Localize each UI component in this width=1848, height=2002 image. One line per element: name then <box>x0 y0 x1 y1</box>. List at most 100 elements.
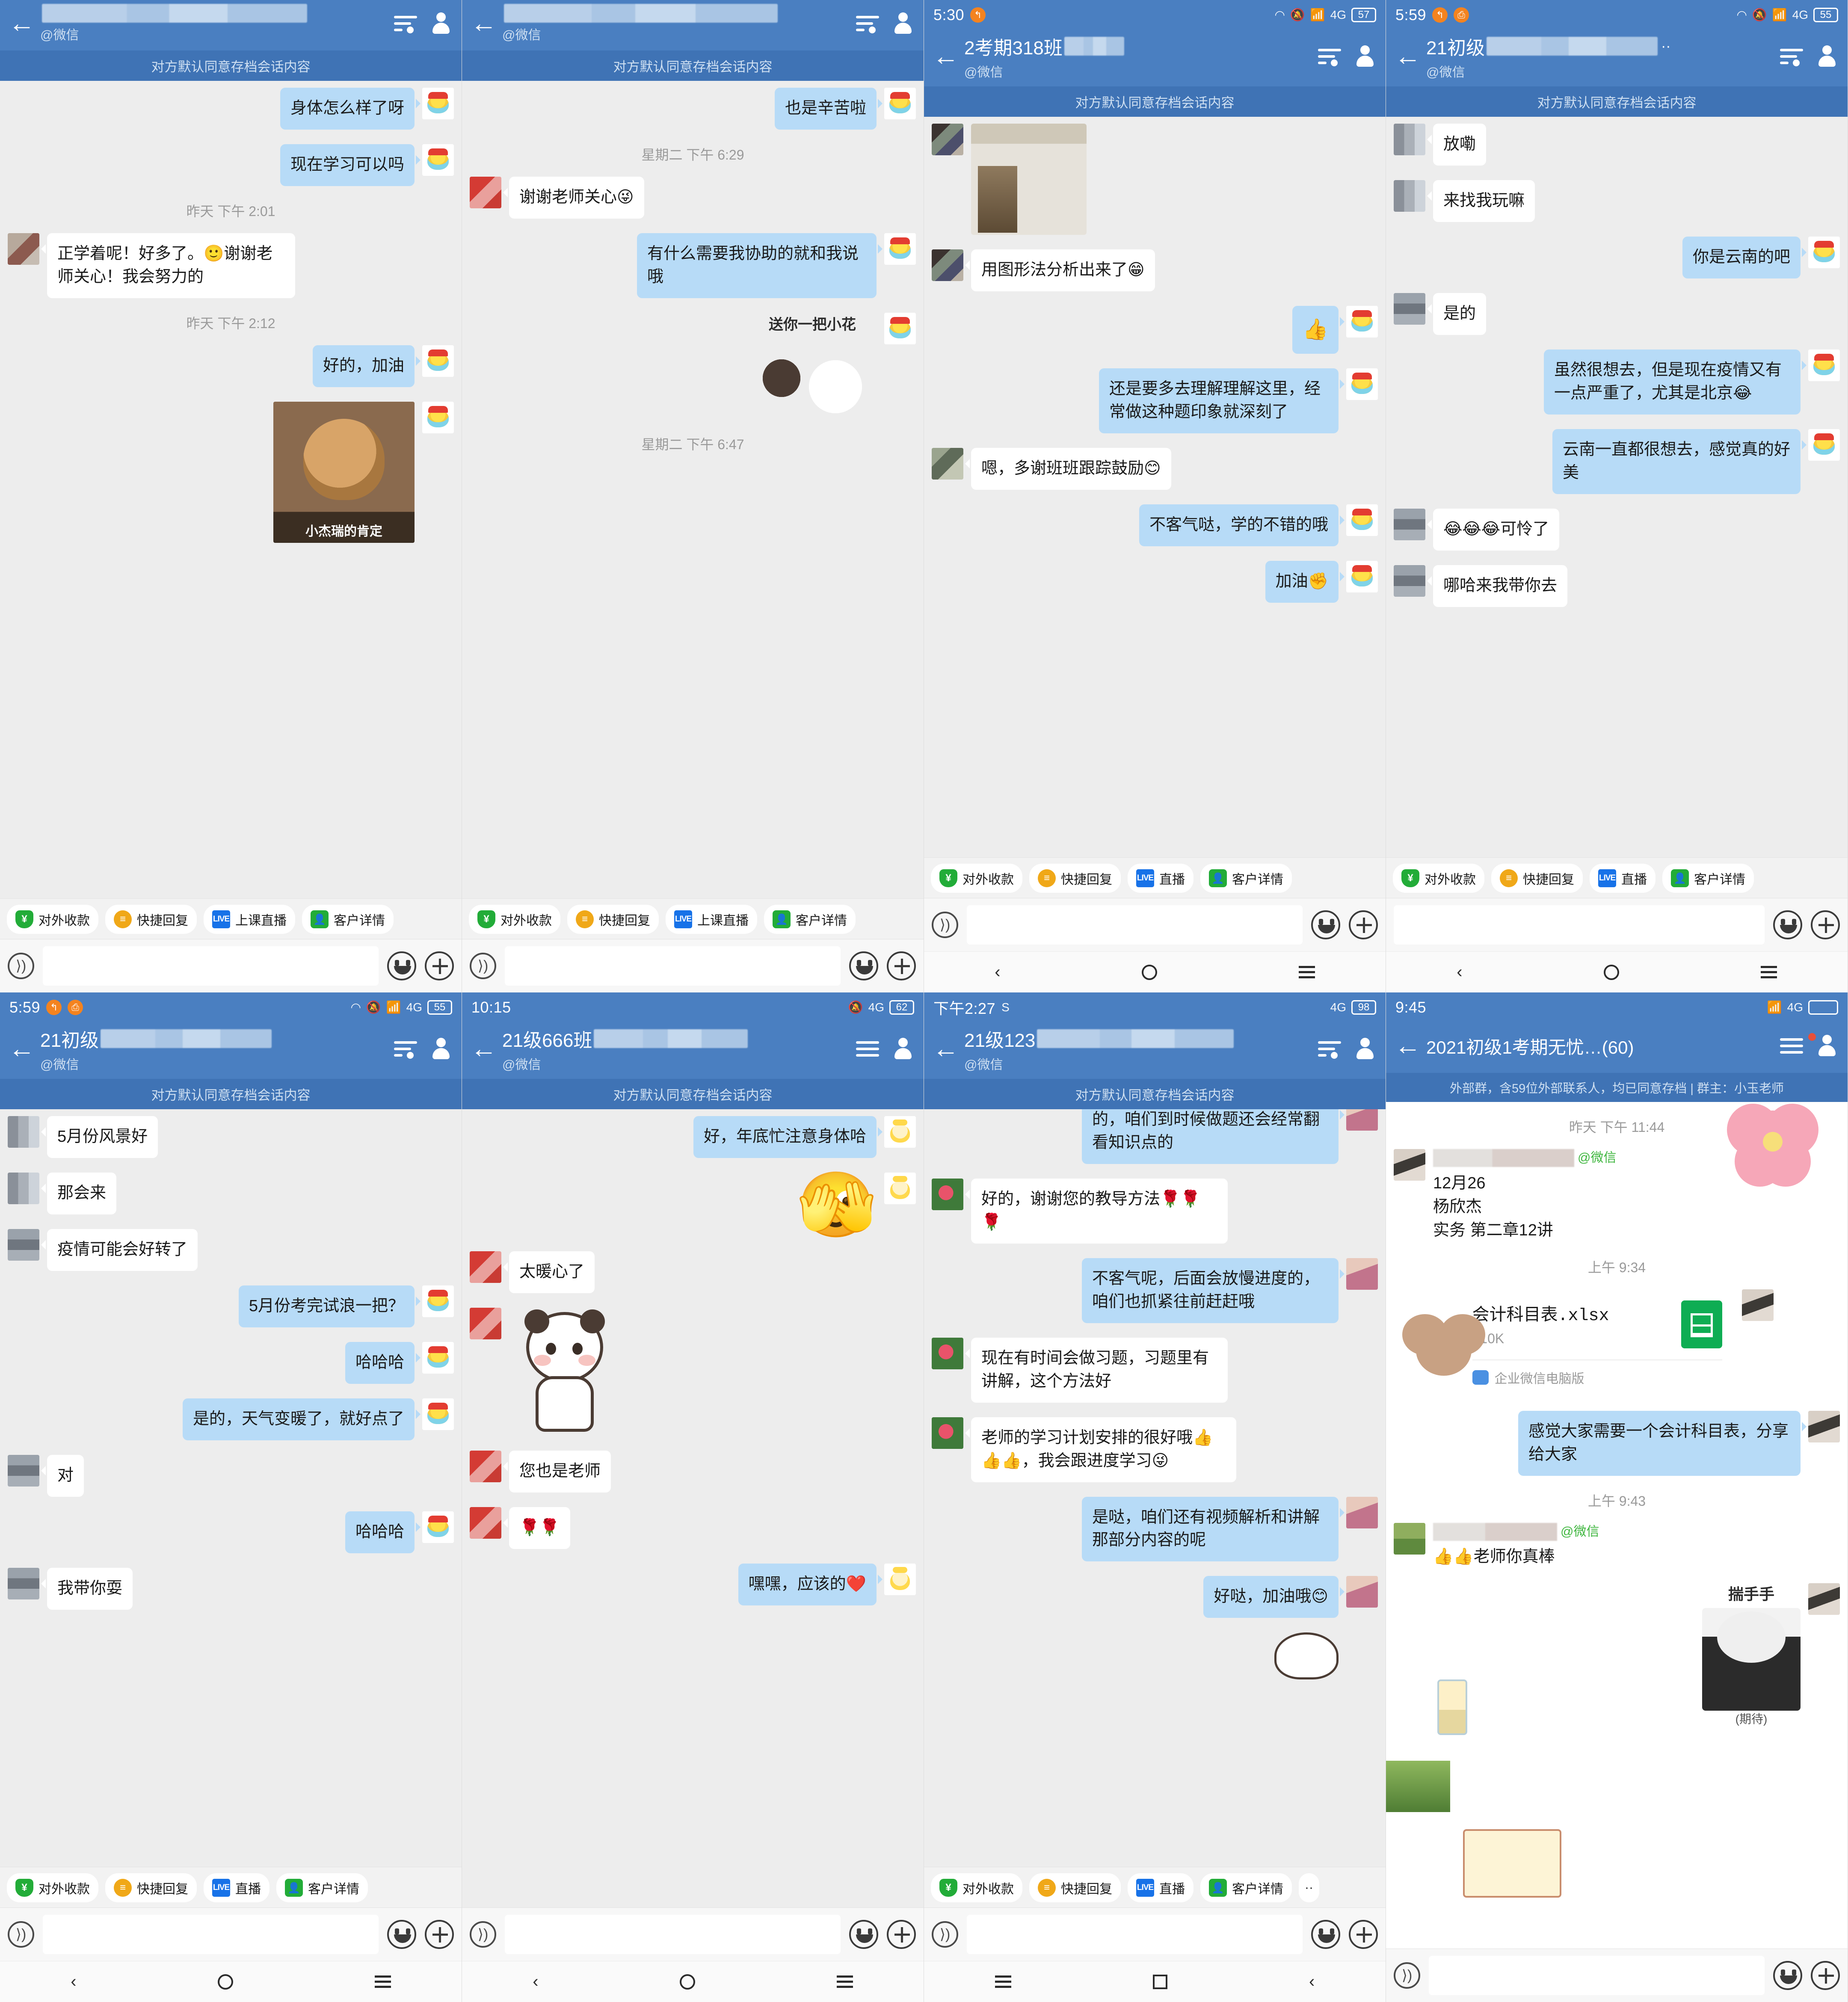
quick-action-live[interactable]: LIVE 直播 <box>1590 864 1656 893</box>
message-bubble[interactable]: 是的 <box>1427 293 1487 335</box>
avatar[interactable] <box>470 176 501 208</box>
message-list-3[interactable]: 用图形法分析出来了😁 👍 还是要多去理解理解这里，经常做这种题印象就深刻了 嗯，… <box>924 117 1386 857</box>
message-bubble[interactable]: 好哒，加油哦😊 <box>1203 1576 1345 1618</box>
avatar[interactable] <box>1346 305 1378 338</box>
quick-action-customer[interactable]: 👤 客户详情 <box>1200 1873 1292 1902</box>
message-list-1[interactable]: 身体怎么样了呀 现在学习可以吗 昨天 下午 2:01 正学着呢！好多了。🙂谢谢老… <box>0 81 462 898</box>
message-bubble[interactable]: 不客气哒，学的不错的哦 <box>1139 504 1345 546</box>
nav-home-icon[interactable] <box>1152 1974 1167 1989</box>
avatar[interactable] <box>1394 1149 1425 1181</box>
nav-back-icon[interactable]: ‹ <box>1309 1972 1315 1991</box>
menu-icon[interactable] <box>1318 48 1341 66</box>
avatar[interactable] <box>1394 293 1425 325</box>
quick-action-live[interactable]: LIVE 直播 <box>204 1873 270 1902</box>
avatar[interactable] <box>422 1285 454 1317</box>
more-actions-icon[interactable] <box>1349 1920 1378 1949</box>
menu-icon[interactable] <box>394 1040 417 1059</box>
avatar[interactable] <box>422 88 454 119</box>
avatar[interactable] <box>1808 236 1840 268</box>
message-bubble[interactable]: 太暖心了 <box>503 1251 595 1293</box>
avatar[interactable] <box>1346 1496 1378 1528</box>
nav-recents-icon[interactable] <box>374 1975 391 1988</box>
avatar[interactable] <box>932 1337 963 1369</box>
message-bubble[interactable]: 😂😂😂可怜了 <box>1427 508 1560 551</box>
back-button[interactable]: ← <box>933 43 964 70</box>
contact-profile-icon[interactable] <box>894 1038 912 1060</box>
quick-action-live[interactable]: LIVE 上课直播 <box>204 905 295 934</box>
message-bubble[interactable]: 是的，天气变暖了，就好点了 <box>182 1398 421 1440</box>
quick-action-pay[interactable]: ¥ 对外收款 <box>931 864 1022 893</box>
avatar[interactable] <box>1741 1289 1774 1321</box>
quick-action-live[interactable]: LIVE 上课直播 <box>666 905 757 934</box>
message-bubble[interactable]: 不客气呢，后面会放慢进度的，咱们也抓紧往前赶赶哦 <box>1082 1258 1345 1323</box>
avatar[interactable] <box>8 233 39 265</box>
more-actions-icon[interactable] <box>425 951 454 980</box>
nav-back-icon[interactable]: ‹ <box>71 1972 76 1991</box>
message-bubble[interactable]: 5月份考完试浪一把？ <box>238 1285 421 1327</box>
back-button[interactable]: ← <box>9 1036 40 1062</box>
quick-action-quick-reply[interactable]: ≡ 快捷回复 <box>105 1873 197 1902</box>
message-input[interactable] <box>505 946 841 986</box>
message-list-2[interactable]: 也是辛苦啦 星期二 下午 6:29 谢谢老师关心😜 有什么需要我协助的就和我说哦… <box>462 81 924 898</box>
message-bubble[interactable]: 感觉大家需要一个会计科目表，分享给大家 <box>1518 1410 1807 1476</box>
message-list-5[interactable]: 5月份风景好 那会来 疫情可能会好转了 5月份考完试浪一把？ 哈哈哈 是的，天气… <box>0 1109 462 1867</box>
nav-recents-icon[interactable] <box>995 1975 1011 1988</box>
avatar[interactable] <box>1394 180 1425 212</box>
avatar[interactable] <box>422 401 454 433</box>
avatar[interactable] <box>422 1398 454 1430</box>
message-bubble[interactable]: 谢谢老师关心😜 <box>503 176 644 219</box>
emoji-icon[interactable] <box>849 1920 878 1949</box>
image-message[interactable] <box>971 124 1087 235</box>
avatar[interactable] <box>1394 565 1425 597</box>
voice-input-icon[interactable]: ⟩) <box>8 1921 34 1948</box>
avatar[interactable] <box>884 88 916 119</box>
more-actions-icon[interactable] <box>1349 910 1378 939</box>
menu-icon[interactable] <box>856 1040 879 1057</box>
avatar[interactable] <box>470 1251 501 1283</box>
more-actions-icon[interactable] <box>887 1920 916 1949</box>
more-actions-icon[interactable] <box>1811 1961 1840 1990</box>
voice-input-icon[interactable]: ⟩) <box>1394 1962 1420 1989</box>
message-bubble[interactable]: 好的，加油 <box>312 345 421 387</box>
voice-input-icon[interactable]: ⟩) <box>8 953 34 979</box>
message-input[interactable] <box>967 905 1303 945</box>
message-bubble[interactable]: 嗯，多谢班班跟踪鼓励😊 <box>965 448 1171 490</box>
quick-action-customer[interactable]: 👤 客户详情 <box>1200 864 1292 893</box>
emoji-icon[interactable] <box>1311 1920 1340 1949</box>
quick-action-customer[interactable]: 👤 客户详情 <box>1662 864 1754 893</box>
emoji-icon[interactable] <box>1773 1961 1802 1990</box>
message-bubble[interactable]: 现在学习可以吗 <box>280 144 421 186</box>
avatar[interactable] <box>470 1507 501 1539</box>
message-list-4[interactable]: 放嘞 来找我玩嘛 你是云南的吧 是的 虽然很想去，但是现在疫情又有一点严重了，尤… <box>1386 117 1848 857</box>
contact-profile-icon[interactable] <box>1356 1038 1374 1060</box>
message-input[interactable] <box>1429 1956 1765 1995</box>
contact-profile-icon[interactable] <box>1818 45 1836 68</box>
nav-back-icon[interactable]: ‹ <box>533 1972 538 1991</box>
avatar[interactable] <box>1808 1583 1840 1615</box>
avatar[interactable] <box>884 1172 916 1204</box>
message-bubble[interactable]: 👍 <box>1292 305 1345 354</box>
avatar[interactable] <box>884 1116 916 1148</box>
menu-icon[interactable] <box>394 15 417 33</box>
avatar[interactable] <box>8 1116 39 1148</box>
message-bubble[interactable]: 哈哈哈 <box>345 1342 421 1384</box>
quick-action-pay[interactable]: ¥ 对外收款 <box>931 1873 1022 1902</box>
avatar[interactable] <box>884 233 916 265</box>
nav-recents-icon[interactable] <box>1298 965 1315 979</box>
message-input[interactable] <box>505 1915 841 1954</box>
sticker-message[interactable] <box>509 1308 620 1436</box>
nav-back-icon[interactable]: ‹ <box>995 962 1000 982</box>
emoji-icon[interactable] <box>849 951 878 980</box>
voice-input-icon[interactable]: ⟩) <box>932 1921 958 1948</box>
quick-action-live[interactable]: LIVE 直播 <box>1128 1873 1194 1902</box>
emoji-icon[interactable] <box>1773 910 1802 939</box>
message-bubble[interactable]: 疫情可能会好转了 <box>41 1229 198 1271</box>
avatar[interactable] <box>8 1454 39 1487</box>
quick-action-pay[interactable]: ¥ 对外收款 <box>1393 864 1484 893</box>
avatar[interactable] <box>932 1178 963 1210</box>
avatar[interactable] <box>470 1307 501 1339</box>
quick-action-pay[interactable]: ¥ 对外收款 <box>7 1873 98 1902</box>
avatar[interactable] <box>1346 1258 1378 1290</box>
forwarded-note-message[interactable]: @微信 👍👍老师你真棒 <box>1433 1523 1599 1569</box>
avatar[interactable] <box>470 1450 501 1482</box>
